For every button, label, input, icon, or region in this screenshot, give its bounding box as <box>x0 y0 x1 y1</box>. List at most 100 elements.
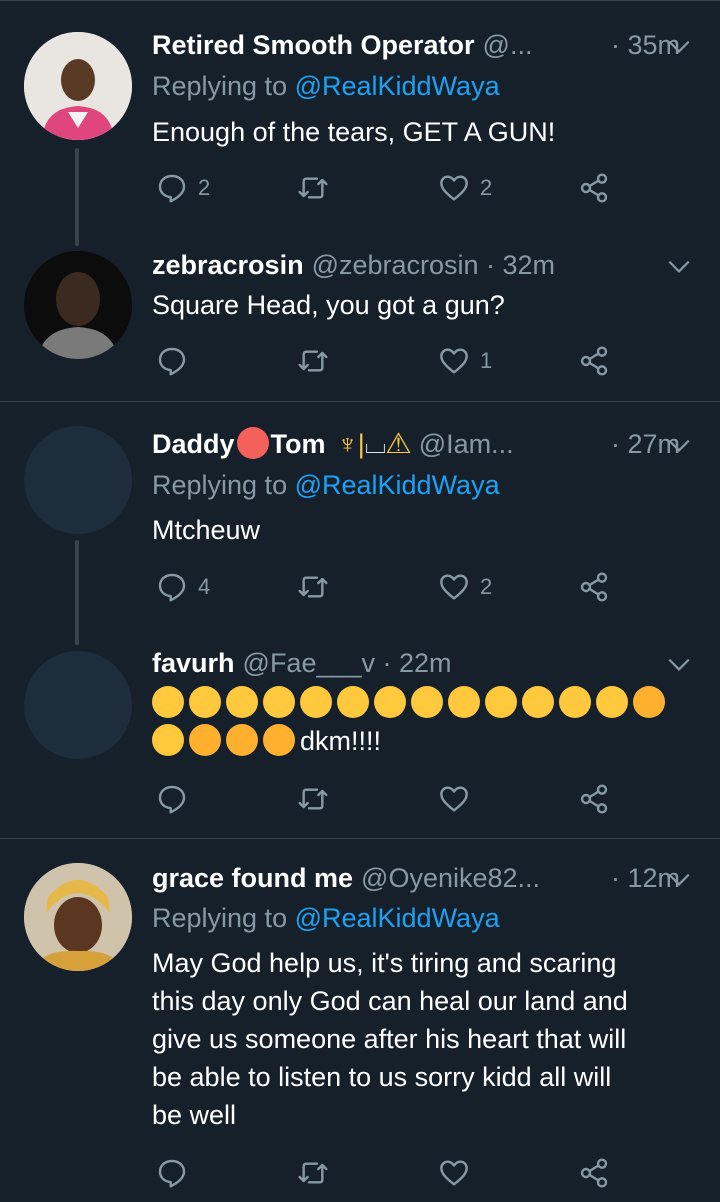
share-button[interactable] <box>578 341 610 381</box>
share-button[interactable] <box>578 168 610 208</box>
laughing-crying-emoji-icon <box>559 686 591 718</box>
tweet-1[interactable]: Retired Smooth Operator @... · 35m Reply… <box>0 0 720 246</box>
trident-emoji-icon: ♆| <box>337 429 365 459</box>
retweet-button[interactable] <box>297 1153 339 1193</box>
tweet-text: dkm!!!! <box>152 684 692 760</box>
user-handle[interactable]: @... <box>483 25 533 65</box>
share-icon <box>580 173 608 203</box>
like-icon <box>440 1160 468 1186</box>
mention-link[interactable]: @RealKiddWaya <box>295 903 500 933</box>
avatar[interactable] <box>24 32 132 140</box>
like-button[interactable]: 2 <box>438 567 492 607</box>
loudly-crying-emoji-icon <box>226 724 258 756</box>
chevron-down-icon[interactable] <box>666 432 692 458</box>
share-icon <box>580 1158 608 1188</box>
laughing-crying-emoji-icon <box>152 686 184 718</box>
reply-icon <box>158 347 186 376</box>
reply-icon <box>158 1159 186 1188</box>
like-button[interactable]: 2 <box>438 168 492 208</box>
like-icon <box>440 175 468 201</box>
tweet-actions: 4 2 <box>152 567 632 607</box>
display-name[interactable]: zebracrosin <box>152 245 304 285</box>
laughing-crying-emoji-icon <box>596 686 628 718</box>
thread-line <box>75 540 79 645</box>
replying-to: Replying to @RealKiddWaya <box>152 903 500 933</box>
tweet-3[interactable]: Daddy Tom ♆|⌴⚠ @Iam... · 27m Replying to @… <box>0 402 720 645</box>
laughing-crying-emoji-icon <box>522 686 554 718</box>
like-count: 2 <box>480 574 493 599</box>
tweet-text-suffix: dkm!!!! <box>300 726 382 756</box>
reply-icon <box>158 573 186 602</box>
reply-count: 4 <box>198 574 211 599</box>
chevron-down-icon[interactable] <box>666 253 692 279</box>
emoji-line-1 <box>152 684 692 722</box>
retweet-button[interactable] <box>297 341 339 381</box>
retweet-button[interactable] <box>297 567 339 607</box>
share-button[interactable] <box>578 1153 610 1193</box>
share-icon <box>580 346 608 376</box>
user-handle[interactable]: @Oyenike82... <box>361 858 540 898</box>
display-name[interactable]: Retired Smooth Operator <box>152 25 475 65</box>
warning-emoji-icon: ⚠ <box>386 429 411 459</box>
like-count: 1 <box>480 348 493 373</box>
tweet-5[interactable]: grace found me @Oyenike82... · 12m Reply… <box>0 839 720 1202</box>
like-button[interactable]: 1 <box>438 341 492 381</box>
avatar[interactable] <box>24 863 132 971</box>
display-name[interactable]: grace found me <box>152 858 353 898</box>
reply-button[interactable] <box>156 341 198 381</box>
laughing-crying-emoji-icon <box>300 686 332 718</box>
replying-to: Replying to @RealKiddWaya <box>152 470 500 500</box>
laughing-crying-emoji-icon <box>263 686 295 718</box>
like-count: 2 <box>480 175 493 200</box>
emoji-line-2: dkm!!!! <box>152 722 692 760</box>
laughing-crying-emoji-icon <box>485 686 517 718</box>
avatar[interactable] <box>24 251 132 359</box>
laughing-crying-emoji-icon <box>226 686 258 718</box>
user-handle[interactable]: @Iam... <box>419 424 514 464</box>
share-button[interactable] <box>578 779 610 819</box>
like-button[interactable] <box>438 779 480 819</box>
reply-icon <box>158 174 186 203</box>
chevron-down-icon[interactable] <box>666 33 692 59</box>
retweet-icon <box>298 1162 328 1184</box>
avatar[interactable] <box>24 426 132 534</box>
share-icon <box>580 784 608 814</box>
like-icon <box>440 574 468 600</box>
mention-link[interactable]: @RealKiddWaya <box>295 470 500 500</box>
retweet-icon <box>298 788 328 810</box>
loudly-crying-emoji-icon <box>263 724 295 756</box>
display-name[interactable]: Daddy Tom ♆|⌴⚠ <box>152 424 411 464</box>
retweet-button[interactable] <box>297 168 339 208</box>
share-button[interactable] <box>578 567 610 607</box>
tweet-text: Enough of the tears, GET A GUN! <box>152 117 556 147</box>
tweet-text: May God help us, it's tiring and scaring… <box>152 948 628 1130</box>
chevron-down-icon[interactable] <box>666 651 692 677</box>
tweet-4[interactable]: favurh @Fae___v · 22m dkm!!!! <box>0 640 720 838</box>
loudly-crying-emoji-icon <box>633 686 665 718</box>
tweet-actions <box>152 779 632 819</box>
user-handle[interactable]: @Fae___v · 22m <box>243 643 452 683</box>
laughing-crying-emoji-icon <box>374 686 406 718</box>
laughing-crying-emoji-icon <box>152 724 184 756</box>
display-name[interactable]: favurh <box>152 643 235 683</box>
tweet-2[interactable]: zebracrosin @zebracrosin · 32m Square He… <box>0 240 720 400</box>
loudly-crying-emoji-icon <box>189 724 221 756</box>
replying-to: Replying to @RealKiddWaya <box>152 71 500 101</box>
reply-button[interactable] <box>156 779 198 819</box>
reply-button[interactable] <box>156 1153 198 1193</box>
chevron-down-icon[interactable] <box>666 866 692 892</box>
mention-link[interactable]: @RealKiddWaya <box>295 71 500 101</box>
bathtub-emoji-icon: ⌴ <box>364 429 387 459</box>
reply-button[interactable]: 2 <box>156 168 210 208</box>
reply-button[interactable]: 4 <box>156 567 210 607</box>
share-icon <box>580 572 608 602</box>
tweet-actions: 1 <box>152 341 632 381</box>
retweet-button[interactable] <box>297 779 339 819</box>
laughing-crying-emoji-icon <box>411 686 443 718</box>
user-handle[interactable]: @zebracrosin · 32m <box>312 245 556 285</box>
like-icon <box>440 348 468 374</box>
tweet-actions <box>152 1153 632 1193</box>
like-button[interactable] <box>438 1153 480 1193</box>
laughing-crying-emoji-icon <box>337 686 369 718</box>
avatar[interactable] <box>24 651 132 759</box>
